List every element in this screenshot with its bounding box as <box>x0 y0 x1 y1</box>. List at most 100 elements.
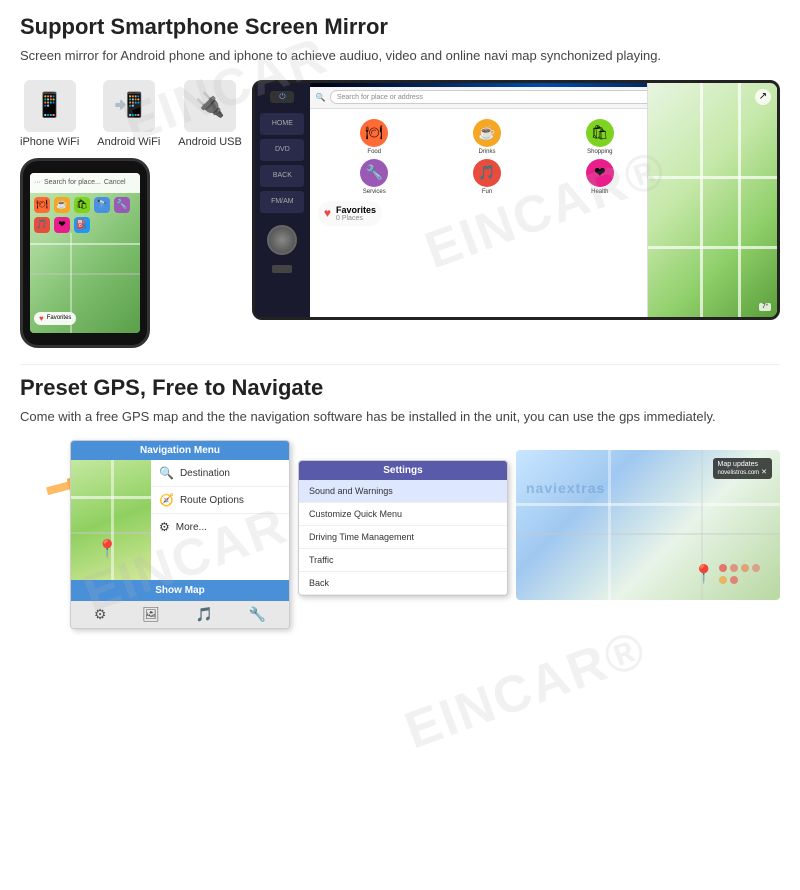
car-dvd-btn[interactable]: DVD <box>260 139 304 161</box>
car-fav-heart-icon: ♥ <box>324 206 331 220</box>
section2-title: Preset GPS, Free to Navigate <box>20 375 780 401</box>
map-dot-6 <box>730 576 738 584</box>
car-app-food: 🍽 Food <box>320 119 429 155</box>
phone-app-bar: ··· Search for place... Cancel <box>30 173 140 193</box>
settings-item-traffic[interactable]: Traffic <box>299 549 507 572</box>
car-power-button[interactable]: ⏻ <box>270 91 294 103</box>
destination-icon: 🔍 <box>159 466 174 480</box>
nav-map-thumb: 📍 <box>71 460 151 580</box>
section1-title: Support Smartphone Screen Mirror <box>20 14 780 40</box>
car-app-health: ❤ Health <box>545 159 654 195</box>
settings-title: Settings <box>299 461 507 480</box>
phone-shop-icon: 🛍 <box>74 197 90 213</box>
phone-drinks-icon: ☕ <box>54 197 70 213</box>
phone-fav-label: Favorites <box>47 315 72 321</box>
android-wifi-icon: 📲 <box>114 91 144 120</box>
map-dot-5 <box>719 576 727 584</box>
map-big-box: naviextras 📍 <box>516 450 780 600</box>
phone-icons-row: 🍽 ☕ 🛍 🔭 🔧 🎵 ❤ ⛽ <box>32 195 138 235</box>
car-fmam-btn[interactable]: FM/AM <box>260 191 304 213</box>
android-usb-item: 🔌 Android USB <box>178 80 242 148</box>
phone-travel-icon: 🔭 <box>94 197 110 213</box>
mirror-row: 📱 iPhone WiFi 📲 Android WiFi 🔌 Android U… <box>20 80 780 348</box>
section2-desc: Come with a free GPS map and the the nav… <box>20 407 780 427</box>
car-screen: 🔍 Search for place or address Cancel 🍽 F… <box>310 83 777 317</box>
car-health-icon: ❤ <box>586 159 614 187</box>
android-wifi-item: 📲 Android WiFi <box>97 80 160 148</box>
map-dot-3 <box>741 564 749 572</box>
map-update-url: novelistros.com <box>718 470 760 476</box>
map-road-h1 <box>30 243 140 245</box>
big-map-road-v1 <box>608 450 611 600</box>
settings-box: Settings Sound and Warnings Customize Qu… <box>298 460 508 596</box>
phone-food-icon: 🍽 <box>34 197 50 213</box>
more-label: More... <box>176 522 207 533</box>
car-sidebar: ⏻ HOME DVD BACK FM/AM <box>255 83 310 317</box>
car-map-road-h1 <box>648 176 777 179</box>
car-app-services: 🔧 Services <box>320 159 429 195</box>
car-food-label: Food <box>367 149 381 155</box>
settings-item-back[interactable]: Back <box>299 572 507 595</box>
settings-item-quickmenu[interactable]: Customize Quick Menu <box>299 503 507 526</box>
nav-bottom-bar: ⚙ 🖼 🎵 🔧 <box>71 601 289 628</box>
phone-search-placeholder: Search for place... <box>44 179 101 186</box>
nav-route-item[interactable]: 🧭 Route Options <box>151 487 289 514</box>
car-app-drinks: ☕ Drinks <box>433 119 542 155</box>
car-map-road-h2 <box>648 246 777 249</box>
power-icon: ⏻ <box>279 92 285 102</box>
destination-label: Destination <box>180 468 230 479</box>
naviextras-logo: naviextras <box>526 480 605 496</box>
nav-bottom-music-icon[interactable]: 🎵 <box>196 606 213 623</box>
iphone-wifi-item: 📱 iPhone WiFi <box>20 80 79 148</box>
phone-screen: ··· Search for place... Cancel 🍽 ☕ 🛍 🔭 🔧… <box>30 173 140 333</box>
nav-bottom-tools-icon[interactable]: 🔧 <box>249 606 266 623</box>
phone-serv-icon: 🔧 <box>114 197 130 213</box>
android-usb-label: Android USB <box>178 136 242 148</box>
nav-menu-items: 🔍 Destination 🧭 Route Options ⚙ More... <box>151 460 289 580</box>
nav-menu-box: Navigation Menu 📍 🔍 Destination <box>70 440 290 629</box>
mirror-icons-group: 📱 iPhone WiFi 📲 Android WiFi 🔌 Android U… <box>20 80 242 148</box>
show-map-button[interactable]: Show Map <box>71 580 289 601</box>
android-usb-icon: 🔌 <box>195 91 225 120</box>
nav-menu-content: 📍 🔍 Destination 🧭 Route Options ⚙ <box>71 460 289 580</box>
car-drinks-label: Drinks <box>479 149 496 155</box>
phone-trans-icon: ⛽ <box>74 217 90 233</box>
phone-cancel: Cancel <box>104 179 126 186</box>
more-icon: ⚙ <box>159 520 170 534</box>
car-map-area: ↗ 7° <box>647 83 777 317</box>
map-dots-grid <box>719 564 760 585</box>
phone-map: ··· Search for place... Cancel 🍽 ☕ 🛍 🔭 🔧… <box>30 173 140 333</box>
nav-map-pin-icon: 📍 <box>96 539 118 560</box>
nav-screenshots: Navigation Menu 📍 🔍 Destination <box>20 440 780 629</box>
settings-item-driving[interactable]: Driving Time Management <box>299 526 507 549</box>
car-health-label: Health <box>591 189 608 195</box>
car-main-area: 🍽 Food ☕ Drinks 🛍 Shopping <box>310 109 777 317</box>
iphone-wifi-label: iPhone WiFi <box>20 136 79 148</box>
car-temp-badge: 7° <box>759 303 771 311</box>
car-app-fun: 🎵 Fun <box>433 159 542 195</box>
car-search-placeholder: Search for place or address <box>337 94 423 101</box>
phone-fun-icon: 🎵 <box>34 217 50 233</box>
nav-more-item[interactable]: ⚙ More... <box>151 514 289 540</box>
car-back-btn[interactable]: BACK <box>260 165 304 187</box>
car-search-icon: 🔍 <box>316 93 326 102</box>
nav-bottom-image-icon[interactable]: 🖼 <box>142 606 160 623</box>
car-home-btn[interactable]: HOME <box>260 113 304 135</box>
android-usb-icon-box: 🔌 <box>184 80 236 132</box>
nav-bottom-power-icon[interactable]: ⚙ <box>94 606 107 623</box>
android-wifi-icon-box: 📲 <box>103 80 155 132</box>
phone-health-icon: ❤ <box>54 217 70 233</box>
settings-item-sound[interactable]: Sound and Warnings <box>299 480 507 503</box>
phone-dots-icon: ··· <box>34 179 41 186</box>
car-volume-knob[interactable] <box>267 225 297 255</box>
car-usb-port <box>272 265 292 273</box>
car-food-icon: 🍽 <box>360 119 388 147</box>
section1-desc: Screen mirror for Android phone and ipho… <box>20 46 780 66</box>
car-favorites: ♥ Favorites 0 Places <box>318 201 382 226</box>
nav-destination-item[interactable]: 🔍 Destination <box>151 460 289 487</box>
android-wifi-label: Android WiFi <box>97 136 160 148</box>
route-icon: 🧭 <box>159 493 174 507</box>
car-unit: ⏻ HOME DVD BACK FM/AM 🔍 Search for place… <box>252 80 780 320</box>
car-shopping-icon: 🛍 <box>586 119 614 147</box>
route-label: Route Options <box>180 495 244 506</box>
